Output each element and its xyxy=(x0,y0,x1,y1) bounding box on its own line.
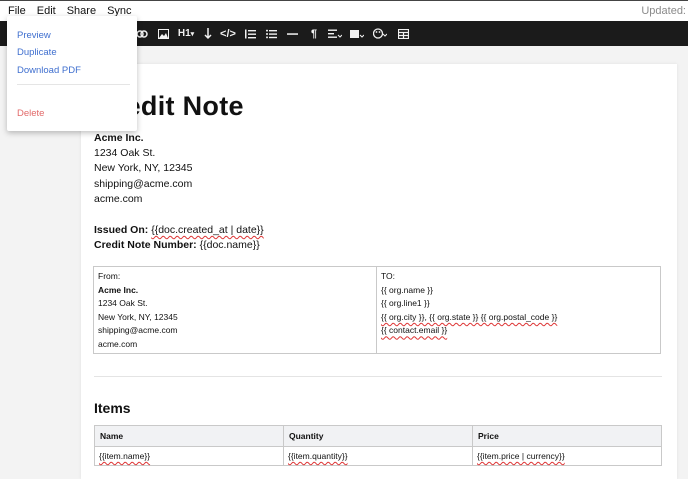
bullet-list-icon[interactable] xyxy=(265,25,277,42)
company-email: shipping@acme.com xyxy=(94,178,193,190)
image-icon[interactable] xyxy=(157,25,169,42)
color-palette-icon[interactable] xyxy=(372,25,388,42)
code-icon[interactable]: </> xyxy=(220,25,236,42)
from-cell[interactable]: From: Acme Inc. 1234 Oak St. New York, N… xyxy=(94,267,377,353)
credit-note-number-value: {{doc.name}} xyxy=(199,239,260,251)
to-contact-email: {{ contact.email }} xyxy=(381,325,448,336)
item-price-cell[interactable]: {{item.price | currency}} xyxy=(472,446,662,466)
issued-on-value: {{doc.created_at | date}} xyxy=(151,224,264,236)
item-quantity-value: {{item.quantity}} xyxy=(288,451,348,461)
to-org-city-state: {{ org.city }}, {{ org.state }} {{ org.p… xyxy=(381,311,558,322)
company-name: Acme Inc. xyxy=(94,132,144,144)
column-header-quantity[interactable]: Quantity xyxy=(283,425,473,447)
to-org-line1: {{ org.line1 }} xyxy=(381,298,430,309)
items-header-row: Name Quantity Price xyxy=(94,425,662,447)
from-email: shipping@acme.com xyxy=(98,325,178,336)
menu-item-delete[interactable]: Delete xyxy=(17,108,44,119)
align-icon[interactable] xyxy=(327,25,343,42)
from-label: From: xyxy=(98,271,121,281)
from-street: 1234 Oak St. xyxy=(98,298,148,309)
from-to-table: From: Acme Inc. 1234 Oak St. New York, N… xyxy=(93,266,661,354)
line-break-icon[interactable] xyxy=(203,25,213,42)
updated-status: Updated: xyxy=(641,5,686,17)
menu-item-preview[interactable]: Preview xyxy=(17,30,51,41)
items-table: Name Quantity Price {{item.name}} {{item… xyxy=(94,425,662,466)
table-icon[interactable] xyxy=(397,25,409,42)
menu-separator xyxy=(17,84,130,85)
company-city: New York, NY, 12345 xyxy=(94,162,193,174)
items-heading: Items xyxy=(94,400,131,416)
column-header-name[interactable]: Name xyxy=(94,425,284,447)
horizontal-rule-icon[interactable] xyxy=(286,25,298,42)
credit-note-number-label: Credit Note Number: xyxy=(94,239,197,251)
ordered-list-icon[interactable] xyxy=(244,25,256,42)
from-website: acme.com xyxy=(98,338,138,349)
to-label: TO: xyxy=(381,271,396,281)
paragraph-icon[interactable]: ¶ xyxy=(309,25,319,42)
item-name-cell[interactable]: {{item.name}} xyxy=(94,446,284,466)
link-icon[interactable] xyxy=(135,25,149,42)
from-city: New York, NY, 12345 xyxy=(98,311,178,322)
credit-note-number-line: Credit Note Number: {{doc.name}} xyxy=(94,239,260,251)
issued-on-label: Issued On: xyxy=(94,224,149,236)
heading-icon[interactable]: H1 ▾ xyxy=(177,25,195,42)
item-name-value: {{item.name}} xyxy=(99,451,151,461)
heading-label: H1 xyxy=(177,28,191,39)
section-divider xyxy=(94,376,662,377)
file-menu-dropdown: Preview Duplicate Download PDF Delete xyxy=(7,16,137,131)
issued-on-line: Issued On: {{doc.created_at | date}} xyxy=(94,224,264,236)
item-quantity-cell[interactable]: {{item.quantity}} xyxy=(283,446,473,466)
item-price-value: {{item.price | currency}} xyxy=(477,451,565,461)
company-street: 1234 Oak St. xyxy=(94,147,156,159)
to-cell[interactable]: TO: {{ org.name }} {{ org.line1 }} {{ or… xyxy=(377,267,660,353)
table-row: {{item.name}} {{item.quantity}} {{item.p… xyxy=(94,446,662,466)
menu-item-download-pdf[interactable]: Download PDF xyxy=(17,65,81,76)
column-header-price[interactable]: Price xyxy=(472,425,662,447)
from-name: Acme Inc. xyxy=(98,284,139,295)
media-icon[interactable] xyxy=(349,25,365,42)
menu-item-duplicate[interactable]: Duplicate xyxy=(17,47,57,58)
company-website: acme.com xyxy=(94,193,143,205)
to-org-name: {{ org.name }} xyxy=(381,284,433,295)
